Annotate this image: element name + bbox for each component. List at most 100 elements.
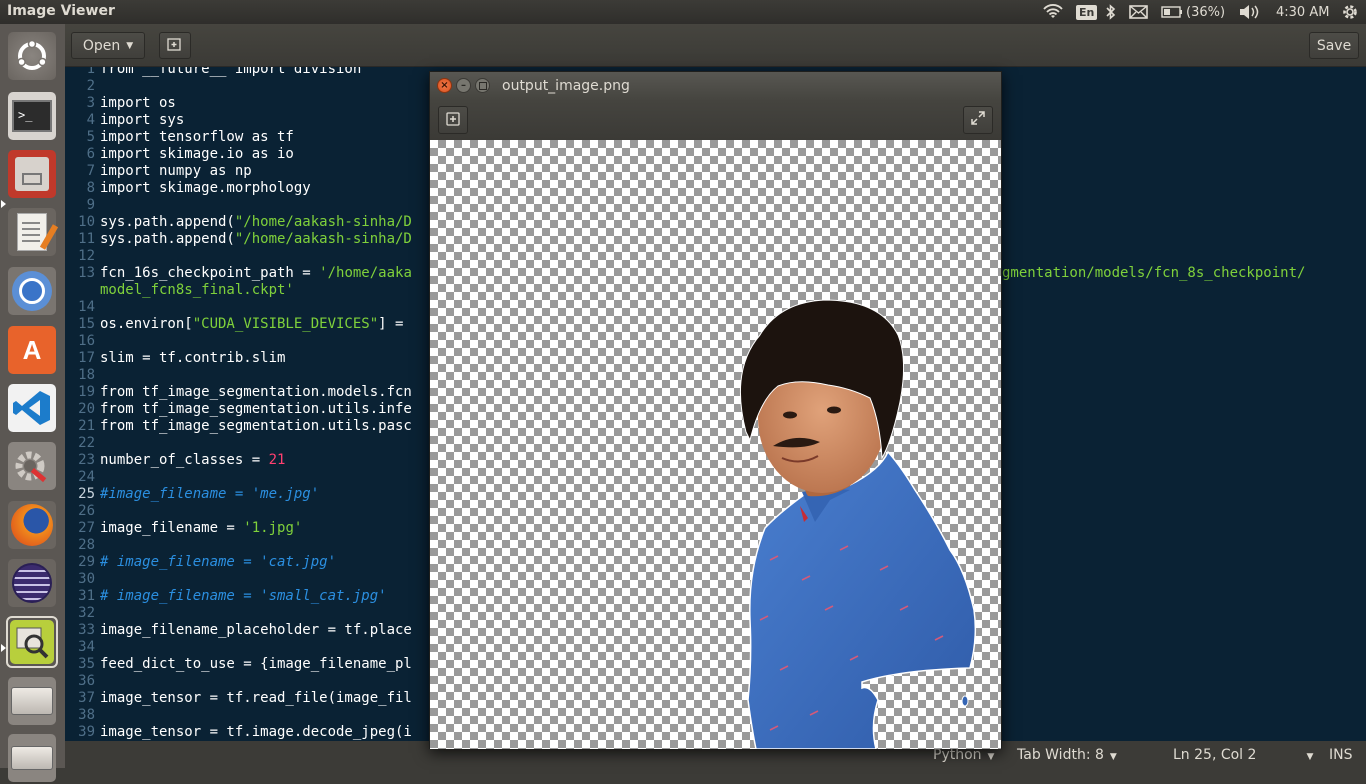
code-line[interactable]: 33 image_filename_placeholder = tf.place	[65, 622, 412, 639]
chevron-down-icon: ▼	[1109, 752, 1117, 762]
fullscreen-button[interactable]	[963, 106, 993, 134]
code-line[interactable]: 21 from tf_image_segmentation.utils.pasc	[65, 418, 412, 435]
insert-mode[interactable]: INS	[1329, 747, 1353, 763]
session-gear-icon[interactable]	[1341, 0, 1359, 24]
launcher-dash[interactable]	[6, 30, 58, 82]
code-line[interactable]: 1 from __future__ import division	[65, 67, 362, 78]
new-document-icon	[167, 36, 183, 56]
code-line[interactable]: 27 image_filename = '1.jpg'	[65, 520, 302, 537]
launcher: >_ A	[0, 24, 66, 782]
code-line[interactable]: 26	[65, 503, 100, 520]
code-line[interactable]: 25 #image_filename = 'me.jpg'	[65, 486, 319, 503]
save-label: Save	[1316, 37, 1352, 54]
image-viewer-toolbar	[430, 101, 1001, 140]
line-number: 8	[86, 180, 95, 196]
code-text: from __future__ import division	[100, 67, 362, 77]
code-text: image_tensor = tf.image.decode_jpeg(i	[100, 724, 412, 740]
code-line[interactable]: 29 # image_filename = 'cat.jpg'	[65, 554, 336, 571]
code-line[interactable]: 19 from tf_image_segmentation.models.fcn	[65, 384, 412, 401]
bluetooth-icon[interactable]	[1106, 0, 1116, 24]
code-line[interactable]: 36	[65, 673, 100, 690]
code-line[interactable]: 22	[65, 435, 100, 452]
code-line[interactable]: 34	[65, 639, 100, 656]
launcher-vscode[interactable]	[6, 382, 58, 434]
line-number: 33	[78, 622, 95, 638]
launcher-disk[interactable]	[6, 675, 58, 727]
launcher-terminal[interactable]: >_	[6, 90, 58, 142]
launcher-eclipse[interactable]	[6, 557, 58, 609]
code-line[interactable]: 4 import sys	[65, 112, 185, 129]
launcher-text-editor[interactable]	[6, 206, 59, 258]
code-line[interactable]: 13 fcn_16s_checkpoint_path = '/home/aaka g…	[65, 265, 1305, 282]
code-line[interactable]: 35 feed_dict_to_use = {image_filename_pl	[65, 656, 412, 673]
battery-indicator[interactable]: (36%)	[1161, 0, 1225, 24]
code-text: from tf_image_segmentation.utils.infe	[100, 401, 412, 417]
code-line[interactable]: 20 from tf_image_segmentation.utils.infe	[65, 401, 412, 418]
code-line[interactable]: 2	[65, 78, 100, 95]
disk-icon	[8, 677, 56, 725]
minimize-button[interactable]: –	[456, 78, 471, 93]
launcher-software-center[interactable]: A	[6, 324, 58, 376]
launcher-files[interactable]	[6, 148, 58, 200]
keyboard-layout-indicator[interactable]: En	[1076, 0, 1098, 24]
code-line[interactable]: 18	[65, 367, 100, 384]
launcher-chromium[interactable]	[6, 265, 58, 317]
maximize-button[interactable]	[475, 78, 490, 93]
code-line[interactable]: 23 number_of_classes = 21	[65, 452, 285, 469]
launcher-drive[interactable]	[6, 732, 58, 784]
launcher-system-settings[interactable]	[6, 440, 58, 492]
code-line[interactable]: 32	[65, 605, 100, 622]
code-line[interactable]: 6 import skimage.io as io	[65, 146, 294, 163]
code-text: #image_filename = 'me.jpg'	[100, 486, 320, 502]
software-center-icon: A	[8, 326, 56, 374]
code-line[interactable]: 38	[65, 707, 100, 724]
save-button[interactable]: Save	[1309, 32, 1359, 59]
window-titlebar[interactable]: × – output_image.png	[430, 72, 1001, 101]
code-line[interactable]: 16	[65, 333, 100, 350]
code-line[interactable]: 9	[65, 197, 100, 214]
code-line[interactable]: 28	[65, 537, 100, 554]
mail-icon[interactable]	[1129, 0, 1148, 24]
cursor-position[interactable]: Ln 25, Col 2 ▼	[1173, 747, 1313, 763]
code-line[interactable]: 39 image_tensor = tf.image.decode_jpeg(i	[65, 724, 412, 741]
volume-icon[interactable]	[1239, 0, 1261, 24]
code-line[interactable]: 17 slim = tf.contrib.slim	[65, 350, 285, 367]
code-line[interactable]: 3 import os	[65, 95, 176, 112]
code-line[interactable]: 31 # image_filename = 'small_cat.jpg'	[65, 588, 386, 605]
launcher-image-viewer[interactable]	[6, 616, 58, 668]
code-line[interactable]: 37 image_tensor = tf.read_file(image_fil	[65, 690, 412, 707]
line-number: 6	[86, 146, 95, 162]
language-selector[interactable]: Python ▼	[933, 747, 994, 763]
close-icon: ×	[440, 79, 449, 91]
code-line[interactable]: 15 os.environ["CUDA_VISIBLE_DEVICES"] =	[65, 316, 403, 333]
code-line[interactable]: 7 import numpy as np	[65, 163, 252, 180]
line-number: 26	[78, 503, 95, 519]
code-line[interactable]: 30	[65, 571, 100, 588]
tab-width-selector[interactable]: Tab Width: 8 ▼	[1017, 747, 1117, 763]
new-tab-button[interactable]	[159, 32, 191, 59]
code-line[interactable]: 24	[65, 469, 100, 486]
gallery-button[interactable]	[438, 106, 468, 134]
image-canvas[interactable]	[430, 140, 1001, 749]
line-number: 13	[78, 265, 95, 281]
code-line[interactable]: 5 import tensorflow as tf	[65, 129, 294, 146]
open-button[interactable]: Open ▼	[71, 32, 145, 59]
code-line[interactable]: 14	[65, 299, 100, 316]
launcher-firefox[interactable]	[6, 499, 58, 551]
close-button[interactable]: ×	[437, 78, 452, 93]
vscode-icon	[8, 384, 56, 432]
code-line[interactable]: 10 sys.path.append("/home/aakash-sinha/D	[65, 214, 412, 231]
code-line[interactable]: 12	[65, 248, 100, 265]
line-number: 39	[78, 724, 95, 740]
line-number: 30	[78, 571, 95, 587]
code-line[interactable]: model_fcn8s_final.ckpt'	[65, 282, 294, 299]
code-text-overflow: gmentation/models/fcn_8s_checkpoint/	[1002, 265, 1306, 281]
code-line[interactable]: 11 sys.path.append("/home/aakash-sinha/D	[65, 231, 412, 248]
code-line[interactable]: 8 import skimage.morphology	[65, 180, 311, 197]
wifi-icon[interactable]	[1043, 0, 1063, 24]
line-number: 16	[78, 333, 95, 349]
clock[interactable]: 4:30 AM	[1276, 0, 1329, 24]
